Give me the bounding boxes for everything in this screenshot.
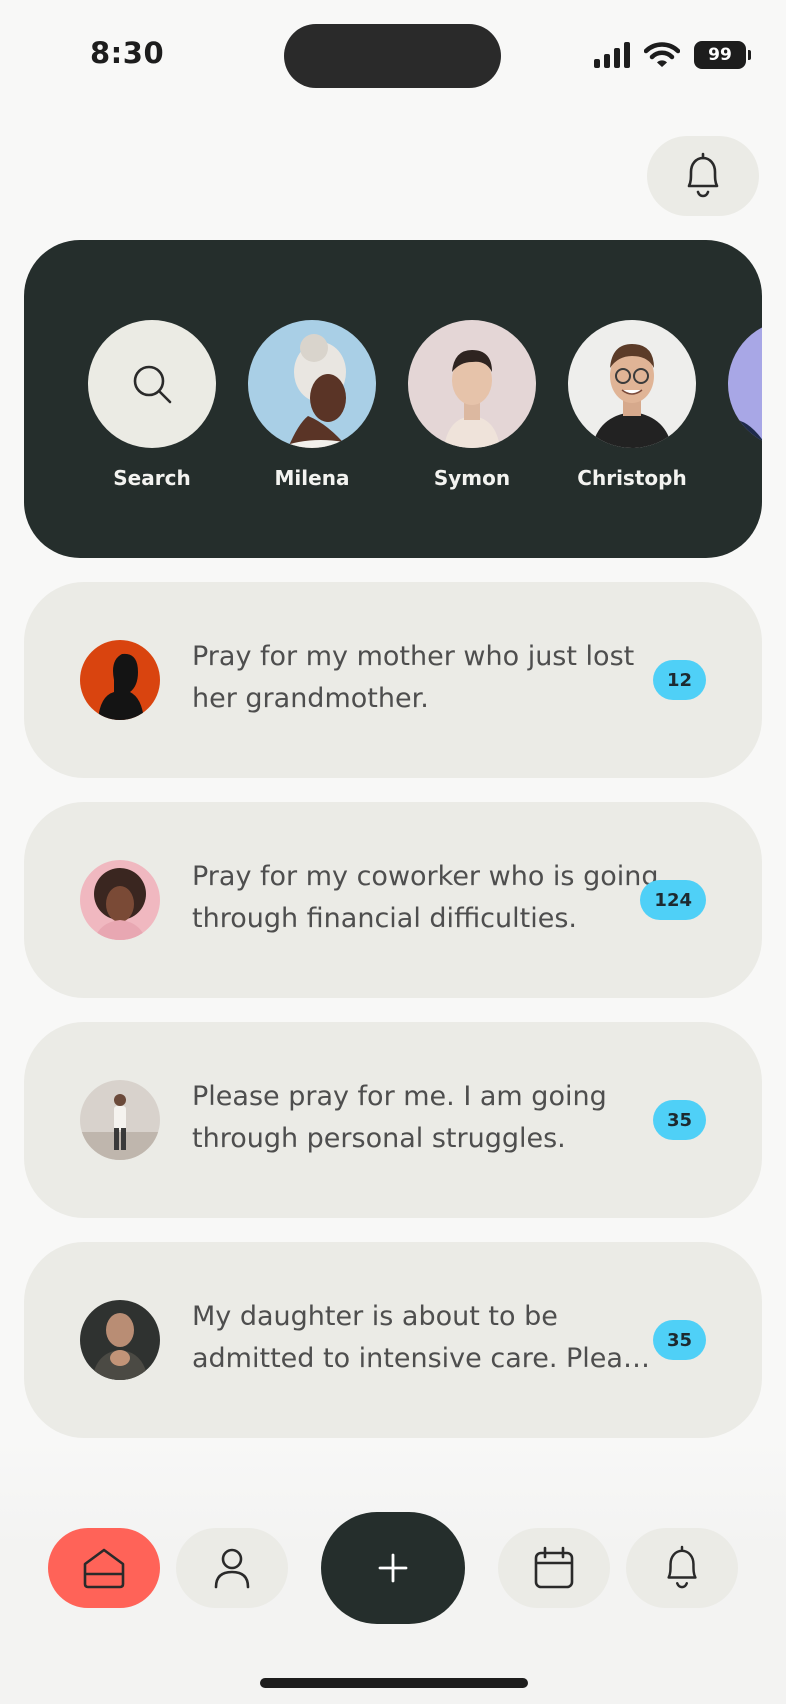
nav-home-button[interactable] — [48, 1528, 160, 1608]
prayer-card[interactable]: Pray for my mother who just lost her gra… — [24, 582, 762, 778]
search-icon — [133, 365, 172, 404]
avatar — [568, 320, 696, 448]
avatar — [80, 640, 160, 720]
story-search[interactable]: Search — [88, 320, 216, 490]
nav-profile-button[interactable] — [176, 1528, 288, 1608]
prayer-text: Please pray for me. I am going through p… — [192, 1081, 607, 1154]
prayer-count-badge: 35 — [652, 1320, 706, 1360]
story-label: Christoph — [577, 466, 687, 490]
prayer-text: Pray for my mother who just lost her gra… — [192, 641, 635, 714]
prayer-text: My daughter is about to be admitted to i… — [192, 1301, 654, 1374]
stories-strip[interactable]: Search Milena Symon Christoph — [24, 240, 762, 558]
prayer-count-badge: 35 — [652, 1100, 706, 1140]
notifications-button[interactable] — [647, 136, 759, 216]
status-icons: 99 — [594, 40, 751, 70]
prayer-count-badge: 12 — [652, 660, 706, 700]
prayer-card[interactable]: Please pray for me. I am going through p… — [24, 1022, 762, 1218]
story-christoph[interactable]: Christoph — [568, 320, 696, 490]
nav-calendar-button[interactable] — [498, 1528, 610, 1608]
avatar — [80, 1300, 160, 1380]
bell-icon — [667, 1545, 697, 1589]
story-label: Milena — [274, 466, 350, 490]
story-partial[interactable]: J — [728, 320, 762, 490]
dynamic-island — [284, 24, 501, 88]
avatar — [80, 1080, 160, 1160]
search-button[interactable] — [88, 320, 216, 448]
story-label: Symon — [433, 466, 511, 490]
prayer-card[interactable]: My daughter is about to be admitted to i… — [24, 1242, 762, 1438]
home-indicator[interactable] — [260, 1678, 528, 1688]
battery-level: 99 — [708, 45, 732, 65]
prayer-text: Pray for my coworker who is going throug… — [192, 861, 659, 934]
story-label: J — [728, 466, 762, 490]
profile-icon — [214, 1548, 250, 1589]
home-icon — [83, 1548, 125, 1589]
calendar-icon — [534, 1546, 574, 1589]
avatar — [80, 860, 160, 940]
prayer-count-badge: 124 — [640, 880, 706, 920]
story-symon[interactable]: Symon — [408, 320, 536, 490]
add-prayer-button[interactable] — [321, 1512, 465, 1624]
avatar — [408, 320, 536, 448]
wifi-icon — [644, 42, 680, 67]
bell-icon — [687, 152, 719, 198]
story-milena[interactable]: Milena — [248, 320, 376, 490]
story-label: Search — [113, 466, 191, 490]
battery-icon: 99 — [694, 41, 751, 69]
status-time: 8:30 — [90, 36, 165, 70]
nav-notifications-button[interactable] — [626, 1528, 738, 1608]
avatar — [728, 320, 762, 448]
plus-icon — [378, 1553, 408, 1583]
prayer-card[interactable]: Pray for my coworker who is going throug… — [24, 802, 762, 998]
status-bar: 8:30 99 — [0, 0, 786, 110]
signal-icon — [594, 42, 630, 68]
avatar — [248, 320, 376, 448]
